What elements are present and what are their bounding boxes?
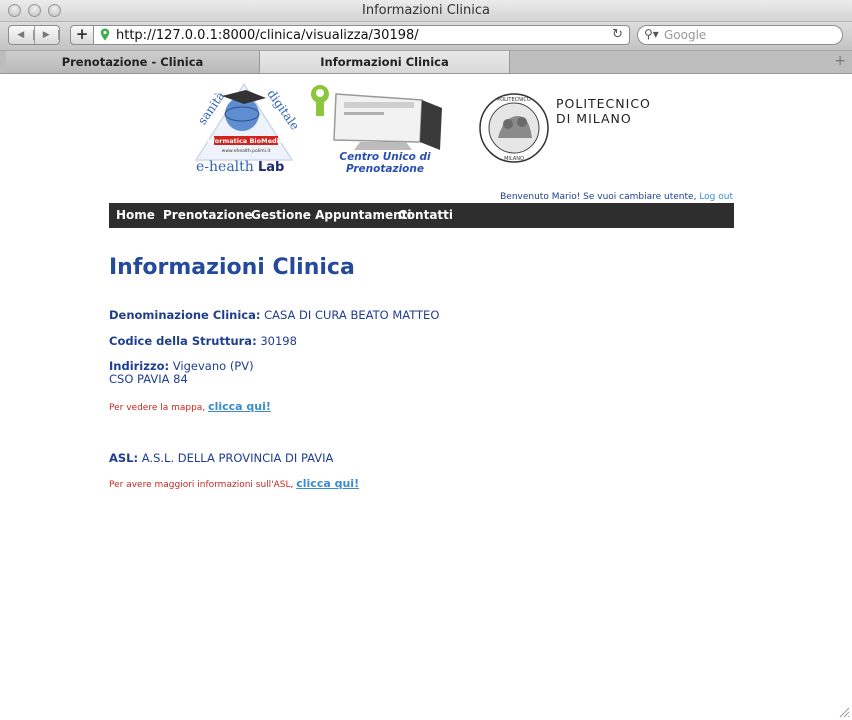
cup-line2: Prenotazione [346, 163, 424, 175]
ehealth-name-b: Lab [258, 160, 284, 174]
polimi-line1: POLITECNICO [556, 96, 651, 111]
back-button[interactable]: ◀ [9, 26, 35, 44]
polimi-seal-logo: POLITECNICO MILANO [479, 93, 549, 163]
nav-buttons: ◀ ▶ [8, 25, 60, 45]
asl-value: A.S.L. DELLA PROVINCIA DI PAVIA [141, 451, 334, 465]
asl-label: ASL: [109, 451, 139, 465]
ehealth-lab-logo: sanità digitale Informatica BioMedica ww… [194, 82, 298, 174]
indirizzo-value: Vigevano (PV) [172, 359, 254, 373]
window-title: Informazioni Clinica [362, 3, 490, 18]
menu-gestione-appuntamenti[interactable]: Gestione Appuntamenti [251, 208, 412, 222]
asl-field: ASL: A.S.L. DELLA PROVINCIA DI PAVIA [109, 451, 333, 465]
reload-icon[interactable]: ↻ [612, 27, 623, 42]
welcome-text: Benvenuto Mario! Se vuoi cambiare utente… [500, 192, 697, 202]
plus-icon: + [75, 25, 89, 43]
menu-contatti[interactable]: Contatti [398, 208, 453, 222]
search-placeholder: Google [664, 28, 707, 42]
codice-value: 30198 [260, 334, 297, 348]
browser-toolbar: ◀ ▶ + http://127.0.0.1:8000/clinica/visu… [0, 22, 852, 50]
asl-note: Per avere maggiori informazioni sull'ASL… [109, 477, 359, 490]
search-field[interactable]: ⚲▾ Google [637, 25, 843, 45]
tab-prenotazione[interactable]: Prenotazione - Clinica [6, 51, 260, 73]
page-content: sanità digitale Informatica BioMedica ww… [0, 74, 852, 720]
logout-link[interactable]: Log out [699, 192, 733, 202]
ehealth-site-text: www.ehealth.polimi.it [222, 148, 271, 154]
site-pin-icon [100, 28, 110, 41]
indirizzo-line2: CSO PAVIA 84 [109, 372, 188, 386]
address-bar[interactable]: http://127.0.0.1:8000/clinica/visualizza… [94, 25, 630, 45]
add-bookmark-button[interactable]: + [70, 25, 94, 45]
codice-label: Codice della Struttura: [109, 334, 257, 348]
back-arrow-icon: ◀ [9, 30, 34, 40]
menu-home[interactable]: Home [116, 208, 155, 222]
forward-button[interactable]: ▶ [35, 26, 59, 44]
seal-top-text: POLITECNICO [497, 97, 531, 103]
codice-field: Codice della Struttura: 30198 [109, 334, 297, 348]
denominazione-value: CASA DI CURA BEATO MATTEO [264, 308, 440, 322]
polimi-wordmark: POLITECNICO DI MILANO [556, 96, 651, 126]
denominazione-field: Denominazione Clinica: CASA DI CURA BEAT… [109, 308, 439, 322]
mappa-link[interactable]: clicca qui! [208, 400, 271, 413]
welcome-message: Benvenuto Mario! Se vuoi cambiare utente… [500, 192, 733, 202]
tab-bar: Prenotazione - Clinica Informazioni Clin… [0, 50, 852, 74]
ehealth-name-a: e-health [196, 159, 254, 174]
cup-logo: Centro Unico di Prenotazione [311, 85, 442, 175]
indirizzo-label: Indirizzo: [109, 359, 170, 373]
page-title: Informazioni Clinica [109, 255, 355, 280]
window-titlebar: Informazioni Clinica [0, 0, 852, 22]
mappa-note-text: Per vedere la mappa, [109, 403, 206, 413]
cup-line1: Centro Unico di [339, 151, 431, 163]
asl-link[interactable]: clicca qui! [296, 477, 359, 490]
polimi-line2: DI MILANO [556, 111, 632, 126]
mappa-note: Per vedere la mappa, clicca qui! [109, 400, 271, 413]
new-tab-icon[interactable]: + [834, 53, 846, 69]
seal-bottom-text: MILANO [504, 156, 524, 162]
main-menu: Home Prenotazione Gestione Appuntamenti … [109, 203, 734, 228]
ehealth-band-text: Informatica BioMedica [205, 137, 287, 145]
forward-arrow-icon: ▶ [35, 30, 59, 40]
magnifier-icon: ⚲▾ [644, 27, 659, 41]
url-text: http://127.0.0.1:8000/clinica/visualizza… [116, 28, 419, 43]
indirizzo-field: Indirizzo: Vigevano (PV) CSO PAVIA 84 [109, 360, 254, 386]
tab-informazioni[interactable]: Informazioni Clinica [260, 51, 510, 73]
menu-prenotazione[interactable]: Prenotazione [163, 208, 253, 222]
denominazione-label: Denominazione Clinica: [109, 308, 261, 322]
resize-grip-icon[interactable] [838, 706, 850, 718]
asl-note-text: Per avere maggiori informazioni sull'ASL… [109, 480, 294, 490]
